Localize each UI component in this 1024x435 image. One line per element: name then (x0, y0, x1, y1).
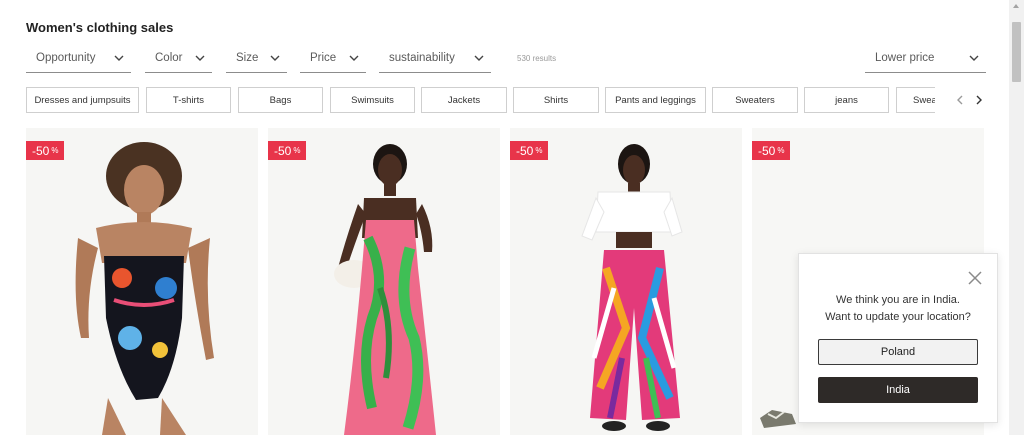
scrollbar-thumb[interactable] (1012, 22, 1021, 82)
product-image (26, 128, 258, 435)
category-chip[interactable]: Sweaters (712, 87, 798, 113)
filter-price[interactable]: Price (300, 47, 366, 73)
discount-percent: % (293, 146, 301, 155)
discount-value: -50 (274, 143, 292, 158)
category-chip[interactable]: Swimsuits (330, 87, 415, 113)
filter-opportunity[interactable]: Opportunity (26, 47, 131, 73)
filter-label: Price (310, 51, 337, 64)
discount-value: -50 (758, 143, 776, 158)
chevron-down-icon (114, 55, 124, 61)
category-chip[interactable]: Bags (238, 87, 323, 113)
product-image (268, 128, 500, 435)
india-button[interactable]: India (818, 377, 978, 403)
chevron-right-icon (976, 95, 982, 105)
product-card[interactable]: -50% (268, 128, 500, 435)
location-popup: We think you are in India. Want to updat… (798, 253, 998, 423)
discount-badge: -50% (510, 141, 549, 160)
sort-dropdown[interactable]: Lower price (865, 47, 986, 73)
category-chip[interactable]: Shirts (513, 87, 599, 113)
category-chip[interactable]: Dresses and jumpsuits (26, 87, 139, 113)
product-card[interactable]: -50% (26, 128, 258, 435)
sort-label: Lower price (875, 51, 935, 64)
category-chip[interactable]: jeans (804, 87, 889, 113)
discount-percent: % (777, 146, 785, 155)
filter-color[interactable]: Color (145, 47, 212, 73)
filter-size[interactable]: Size (226, 47, 287, 73)
chevron-left-icon (957, 95, 963, 105)
page-title: Women's clothing sales (26, 20, 174, 35)
category-chip[interactable]: Jackets (421, 87, 507, 113)
category-chip[interactable]: Swea (896, 87, 935, 113)
discount-value: -50 (32, 143, 50, 158)
poland-button[interactable]: Poland (818, 339, 978, 365)
category-chip[interactable]: Pants and leggings (605, 87, 706, 113)
discount-value: -50 (516, 143, 534, 158)
carousel-prev-button[interactable] (953, 92, 967, 108)
chevron-down-icon (349, 55, 359, 61)
filter-label: Opportunity (36, 51, 96, 64)
product-image (510, 128, 742, 435)
carousel-next-button[interactable] (972, 92, 986, 108)
chevron-down-icon (195, 55, 205, 61)
discount-badge: -50% (268, 141, 307, 160)
location-message-line2: Want to update your location? (825, 311, 971, 323)
discount-badge: -50% (26, 141, 65, 160)
filter-label: Color (155, 51, 183, 64)
category-carousel: Dresses and jumpsuits T-shirts Bags Swim… (26, 87, 935, 113)
chevron-down-icon (270, 55, 280, 61)
discount-percent: % (535, 146, 543, 155)
filter-sustainability[interactable]: sustainability (379, 47, 491, 73)
chevron-down-icon (969, 55, 979, 61)
discount-badge: -50% (752, 141, 791, 160)
product-card[interactable]: -50% (510, 128, 742, 435)
filter-label: sustainability (389, 51, 455, 64)
results-count: 530 results (517, 54, 557, 63)
category-chip[interactable]: T-shirts (146, 87, 231, 113)
close-icon[interactable] (967, 270, 983, 286)
location-message-line1: We think you are in India. (836, 294, 960, 306)
scroll-up-arrow-icon[interactable] (1013, 4, 1019, 8)
chevron-down-icon (474, 55, 484, 61)
discount-percent: % (51, 146, 59, 155)
location-message: We think you are in India. Want to updat… (799, 292, 997, 326)
filter-label: Size (236, 51, 259, 64)
vertical-scrollbar[interactable] (1009, 0, 1024, 435)
